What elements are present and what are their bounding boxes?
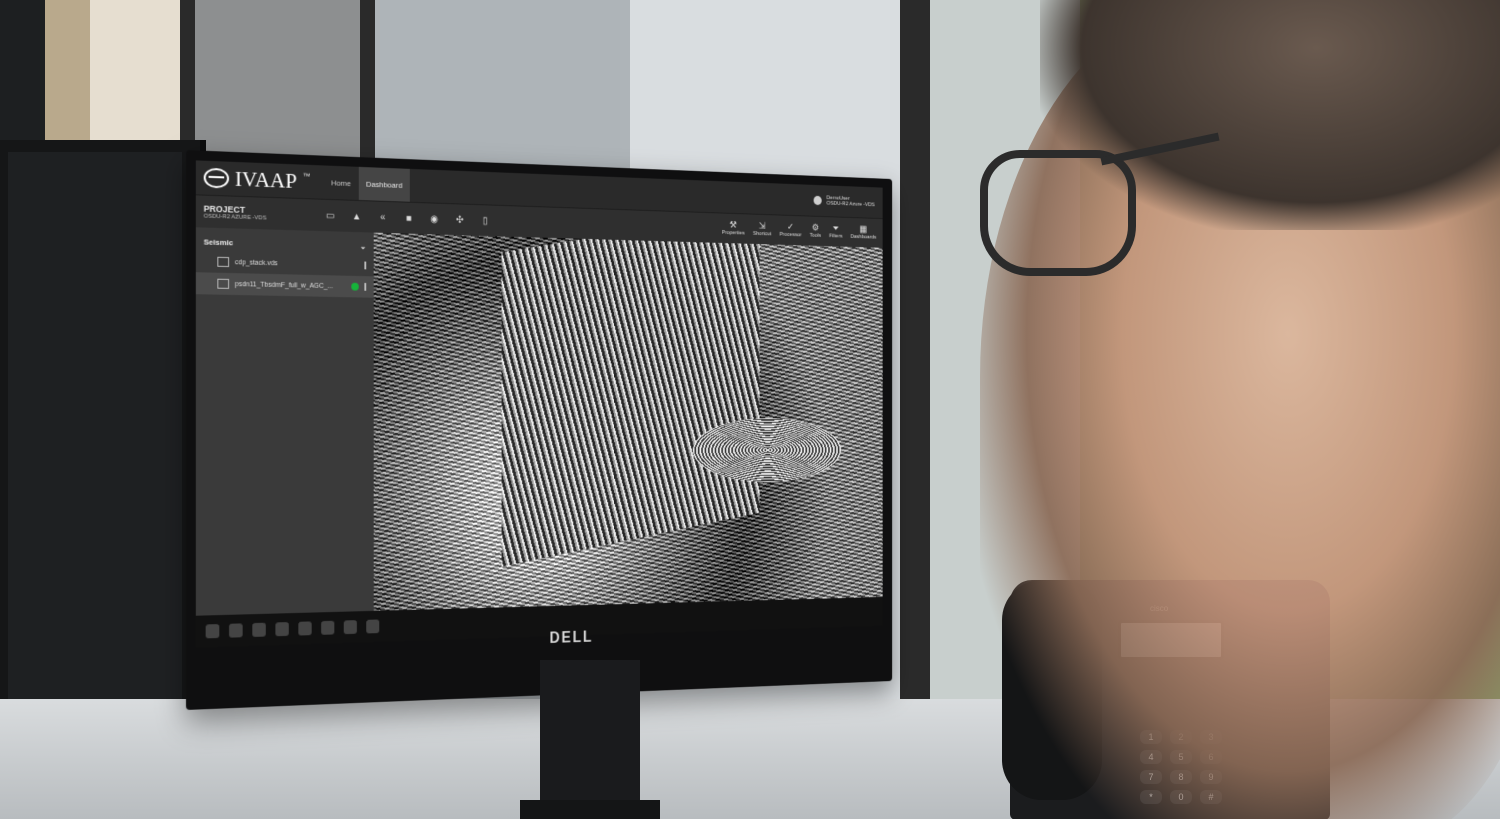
dell-monitor: IVAAP ™ Home Dashboard DemoUser OSDU-R2 … — [186, 150, 893, 710]
check-icon: ✓ — [787, 222, 795, 233]
dataset-icon — [217, 278, 230, 289]
user-avatar-icon — [813, 195, 822, 206]
tools-icon: ⚙ — [811, 222, 820, 234]
more-menu-icon[interactable] — [364, 261, 367, 270]
nav-tabs: Home Dashboard — [323, 165, 410, 202]
data-sidebar: Seismic ⌄ cdp_stack.vds psdn11_TbsdmF_fu… — [195, 227, 374, 616]
filter-icon: ⏷ — [832, 223, 840, 234]
left-monitor-screen — [8, 152, 182, 728]
dell-logo: DELL — [549, 629, 594, 647]
tool-shortcut[interactable]: ⇲ Shortcut — [752, 221, 772, 238]
dashboards-label: Dashboards — [850, 234, 877, 241]
ivaap-logo-icon — [203, 167, 230, 189]
tool-filters[interactable]: ⏷ Filters — [829, 223, 843, 240]
shortcut-label: Shortcut — [752, 231, 772, 238]
video-icon[interactable]: ■ — [402, 212, 415, 224]
app-logo[interactable]: IVAAP ™ — [203, 165, 311, 195]
dataset-icon — [217, 256, 230, 268]
tool-properties[interactable]: ⚒ Properties — [721, 220, 745, 237]
seismic-section-plane — [501, 232, 760, 567]
brand-name: IVAAP — [234, 165, 297, 193]
filters-label: Filters — [829, 233, 843, 240]
collapse-left-icon[interactable]: « — [376, 211, 389, 223]
app-icon[interactable] — [343, 620, 357, 635]
tab-home[interactable]: Home — [323, 165, 358, 200]
left-monitor — [0, 140, 206, 750]
monitor-base — [520, 800, 660, 819]
user-context: OSDU-R2 Azure -VDS — [826, 200, 875, 208]
camera-icon[interactable]: ◉ — [428, 213, 441, 225]
arrow-up-icon[interactable]: ▲ — [350, 210, 363, 222]
dataset-label-selected: psdn11_TbsdmF_full_w_AGC_... — [234, 280, 334, 290]
status-indicator — [351, 282, 359, 291]
search-icon[interactable] — [229, 623, 243, 638]
move-icon[interactable]: ✣ — [453, 214, 466, 226]
tool-dashboards[interactable]: ▦ Dashboards — [850, 224, 877, 241]
monitor-stand — [540, 660, 640, 819]
properties-label: Properties — [721, 230, 745, 237]
tab-dashboard[interactable]: Dashboard — [358, 166, 410, 202]
dataset-label: cdp_stack.vds — [234, 258, 278, 267]
tools-label: Tools — [809, 232, 822, 239]
project-selector[interactable]: PROJECT OSDU-R2 AZURE -VDS — [204, 204, 267, 222]
processor-label: Processor — [779, 231, 802, 239]
main-area: Seismic ⌄ cdp_stack.vds psdn11_TbsdmF_fu… — [195, 227, 883, 616]
grid-icon: ▦ — [859, 224, 868, 235]
office-scene: IVAAP ™ Home Dashboard DemoUser OSDU-R2 … — [0, 0, 1500, 819]
folder-icon[interactable] — [275, 622, 289, 637]
view-tools: ▭ ▲ « ■ ◉ ✣ ▯ — [324, 210, 492, 227]
project-value: OSDU-R2 AZURE -VDS — [203, 213, 267, 222]
more-menu-icon[interactable] — [364, 282, 367, 291]
dataset-item-selected[interactable]: psdn11_TbsdmF_full_w_AGC_... — [195, 272, 374, 298]
trash-icon[interactable]: ▯ — [479, 215, 492, 227]
right-tools: ⚒ Properties ⇲ Shortcut ✓ Processor ⚙ To… — [721, 220, 883, 241]
task-view-icon[interactable] — [252, 622, 266, 637]
user-menu[interactable]: DemoUser OSDU-R2 Azure -VDS — [813, 195, 883, 208]
tool-tools[interactable]: ⚙ Tools — [809, 222, 822, 239]
wrench-icon: ⚒ — [729, 220, 737, 231]
windows-start-icon[interactable] — [205, 624, 220, 639]
seismic-section-title: Seismic — [203, 237, 234, 248]
folder-icon[interactable]: ▭ — [324, 210, 337, 222]
eyeglasses — [980, 150, 1136, 276]
tool-processor[interactable]: ✓ Processor — [779, 222, 802, 239]
browser-icon[interactable] — [298, 621, 312, 636]
trademark: ™ — [302, 171, 311, 181]
cursor-icon: ⇲ — [758, 221, 766, 232]
3d-seismic-viewer[interactable] — [373, 232, 883, 611]
monitor-screen: IVAAP ™ Home Dashboard DemoUser OSDU-R2 … — [195, 160, 883, 648]
user-info: DemoUser OSDU-R2 Azure -VDS — [827, 195, 875, 208]
app-icon[interactable] — [321, 620, 335, 635]
chevron-down-icon[interactable]: ⌄ — [360, 242, 366, 251]
app-icon[interactable] — [366, 619, 380, 634]
